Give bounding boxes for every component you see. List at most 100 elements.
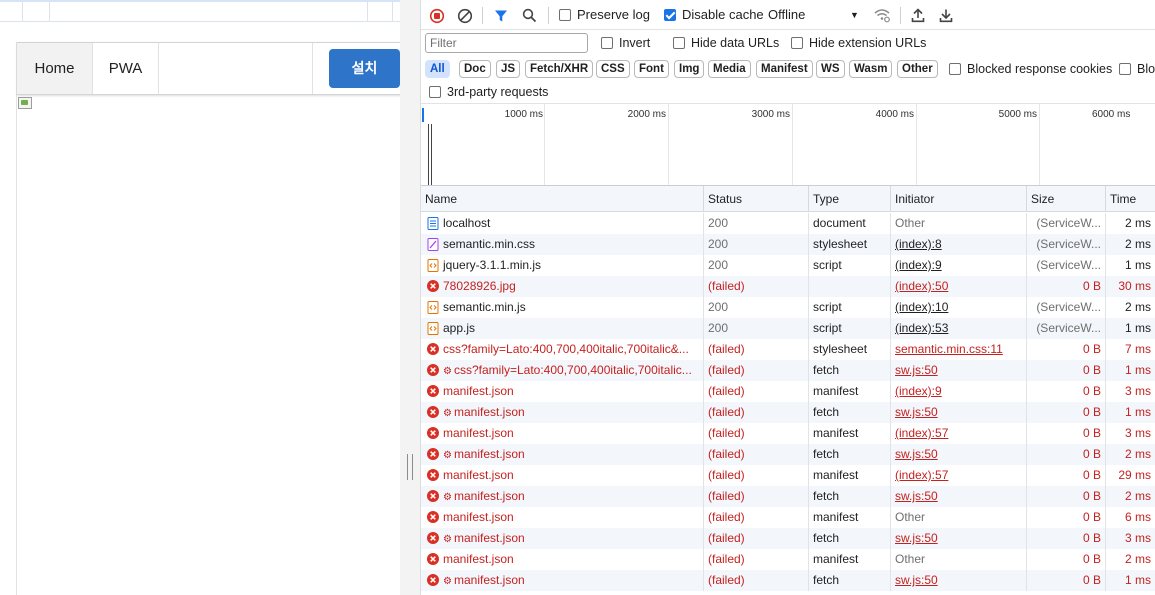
- record-stop-button[interactable]: [429, 0, 445, 30]
- install-button[interactable]: 설치: [329, 49, 400, 88]
- request-name[interactable]: css?family=Lato:400,700,400italic,700ita…: [421, 339, 704, 360]
- request-initiator[interactable]: (index):10: [891, 297, 1027, 318]
- disable-cache-check-icon[interactable]: [664, 8, 676, 21]
- preserve-log-checkbox[interactable]: Preserve log: [559, 0, 650, 30]
- type-filter-img[interactable]: Img: [674, 60, 705, 78]
- type-filter-media[interactable]: Media: [708, 60, 751, 78]
- type-filter-all[interactable]: All: [425, 60, 450, 78]
- request-name[interactable]: manifest.json: [421, 465, 704, 486]
- column-header-size[interactable]: Size: [1027, 186, 1106, 212]
- type-filter-doc[interactable]: Doc: [459, 60, 491, 78]
- request-name[interactable]: manifest.json: [421, 381, 704, 402]
- column-header-name[interactable]: Name: [421, 186, 704, 212]
- throttling-select[interactable]: Offline ▼: [768, 0, 860, 30]
- request-initiator[interactable]: semantic.min.css:11: [891, 339, 1027, 360]
- blocked-requests-check-icon[interactable]: [1119, 62, 1131, 75]
- type-filter-font[interactable]: Font: [634, 60, 669, 78]
- request-initiator[interactable]: (index):9: [891, 381, 1027, 402]
- request-initiator[interactable]: sw.js:50: [891, 360, 1027, 381]
- column-header-time[interactable]: Time: [1106, 186, 1155, 212]
- table-row[interactable]: ⚙ manifest.json (failed) fetch sw.js:50 0 B2 …: [421, 444, 1155, 465]
- request-name[interactable]: app.js: [421, 318, 704, 339]
- request-name[interactable]: ⚙ manifest.json: [421, 402, 704, 423]
- splitter-grip-icon[interactable]: [407, 454, 413, 480]
- request-name[interactable]: semantic.min.js: [421, 297, 704, 318]
- type-filter-ws[interactable]: WS: [816, 60, 845, 78]
- table-row[interactable]: manifest.json (failed) manifest Other 0 B 6 m…: [421, 507, 1155, 528]
- table-row[interactable]: ⚙ manifest.json (failed) fetch sw.js:50 0 B2 …: [421, 486, 1155, 507]
- import-har-button[interactable]: [911, 0, 925, 30]
- column-header-initiator[interactable]: Initiator: [891, 186, 1027, 212]
- request-initiator[interactable]: sw.js:50: [891, 402, 1027, 423]
- type-filter-other[interactable]: Other: [897, 60, 938, 78]
- blocked-response-cookies-checkbox[interactable]: Blocked response cookies: [949, 57, 1112, 81]
- request-initiator[interactable]: (index):57: [891, 465, 1027, 486]
- type-filter-js[interactable]: JS: [496, 60, 521, 78]
- table-row[interactable]: manifest.json (failed) manifest (index):57 0…: [421, 465, 1155, 486]
- invert-check-icon[interactable]: [601, 36, 613, 49]
- request-initiator[interactable]: (index):57: [891, 423, 1027, 444]
- overview-window-handle[interactable]: [422, 108, 424, 122]
- table-row[interactable]: localhost 200 document Other (ServiceW... 2 m…: [421, 213, 1155, 234]
- request-name[interactable]: localhost: [421, 213, 704, 234]
- request-name[interactable]: manifest.json: [421, 549, 704, 570]
- type-filter-fetch-xhr[interactable]: Fetch/XHR: [525, 60, 594, 78]
- preserve-log-check-icon[interactable]: [559, 8, 571, 21]
- request-name[interactable]: ⚙ manifest.json: [421, 528, 704, 549]
- table-row[interactable]: ⚙ manifest.json (failed) fetch sw.js:50 0 B3 …: [421, 528, 1155, 549]
- clear-button[interactable]: [457, 0, 473, 30]
- table-row[interactable]: ⚙ manifest.json (failed) fetch sw.js:50 0 B1 …: [421, 402, 1155, 423]
- request-name[interactable]: manifest.json: [421, 507, 704, 528]
- request-initiator[interactable]: sw.js:50: [891, 444, 1027, 465]
- hide-data-urls-check-icon[interactable]: [673, 36, 685, 49]
- table-row[interactable]: jquery-3.1.1.min.js 200 script (index):9 (Se…: [421, 255, 1155, 276]
- hide-extension-urls-check-icon[interactable]: [791, 36, 803, 49]
- hide-data-urls-checkbox[interactable]: Hide data URLs: [673, 30, 779, 57]
- table-row[interactable]: manifest.json (failed) manifest Other 0 B 2 m…: [421, 549, 1155, 570]
- menu-pwa[interactable]: PWA: [93, 43, 159, 94]
- column-header-status[interactable]: Status: [704, 186, 809, 212]
- search-button[interactable]: [522, 0, 537, 30]
- table-row[interactable]: 78028926.jpg (failed) (index):50 0 B 30 ms: [421, 276, 1155, 297]
- type-filter-wasm[interactable]: Wasm: [849, 60, 893, 78]
- filter-toggle-button[interactable]: [494, 0, 508, 30]
- request-name[interactable]: ⚙ manifest.json: [421, 570, 704, 591]
- panel-splitter[interactable]: [400, 0, 421, 595]
- table-row[interactable]: manifest.json (failed) manifest (index):9 0 …: [421, 381, 1155, 402]
- request-name[interactable]: jquery-3.1.1.min.js: [421, 255, 704, 276]
- invert-checkbox[interactable]: Invert: [601, 30, 650, 57]
- third-party-checkbox[interactable]: 3rd-party requests: [429, 81, 548, 104]
- blocked-response-cookies-check-icon[interactable]: [949, 62, 961, 75]
- hide-extension-urls-checkbox[interactable]: Hide extension URLs: [791, 30, 926, 57]
- request-name[interactable]: ⚙ manifest.json: [421, 444, 704, 465]
- request-name[interactable]: semantic.min.css: [421, 234, 704, 255]
- table-row[interactable]: ⚙ css?family=Lato:400,700,400italic,700it…: [421, 360, 1155, 381]
- request-name[interactable]: manifest.json: [421, 423, 704, 444]
- export-har-button[interactable]: [939, 0, 953, 30]
- request-initiator[interactable]: sw.js:50: [891, 570, 1027, 591]
- request-initiator[interactable]: (index):8: [891, 234, 1027, 255]
- menu-home[interactable]: Home: [17, 43, 93, 94]
- column-header-type[interactable]: Type: [809, 186, 891, 212]
- request-name[interactable]: ⚙ manifest.json: [421, 486, 704, 507]
- request-name[interactable]: 78028926.jpg: [421, 276, 704, 297]
- request-initiator[interactable]: sw.js:50: [891, 528, 1027, 549]
- request-initiator[interactable]: sw.js:50: [891, 486, 1027, 507]
- network-overview-timeline[interactable]: 1000 ms 2000 ms 3000 ms 4000 ms 5000 ms …: [421, 104, 1155, 186]
- table-row[interactable]: css?family=Lato:400,700,400italic,700ita…: [421, 339, 1155, 360]
- table-row[interactable]: semantic.min.css 200 stylesheet (index):8 (S…: [421, 234, 1155, 255]
- filter-input[interactable]: [425, 33, 588, 53]
- request-initiator[interactable]: (index):50: [891, 276, 1027, 297]
- disable-cache-checkbox[interactable]: Disable cache: [664, 0, 764, 30]
- table-row[interactable]: manifest.json (failed) manifest (index):57 0…: [421, 423, 1155, 444]
- table-row[interactable]: semantic.min.js 200 script (index):10 (Servi…: [421, 297, 1155, 318]
- request-initiator[interactable]: (index):53: [891, 318, 1027, 339]
- request-name[interactable]: ⚙ css?family=Lato:400,700,400italic,700it…: [421, 360, 704, 381]
- network-conditions-button[interactable]: [873, 0, 891, 30]
- request-initiator[interactable]: (index):9: [891, 255, 1027, 276]
- type-filter-css[interactable]: CSS: [596, 60, 630, 78]
- blocked-requests-checkbox[interactable]: Blo: [1119, 57, 1155, 81]
- type-filter-manifest[interactable]: Manifest: [756, 60, 813, 78]
- table-row[interactable]: app.js 200 script (index):53 (ServiceW... 1 m…: [421, 318, 1155, 339]
- table-row[interactable]: ⚙ manifest.json (failed) fetch sw.js:50 0 B1 …: [421, 570, 1155, 591]
